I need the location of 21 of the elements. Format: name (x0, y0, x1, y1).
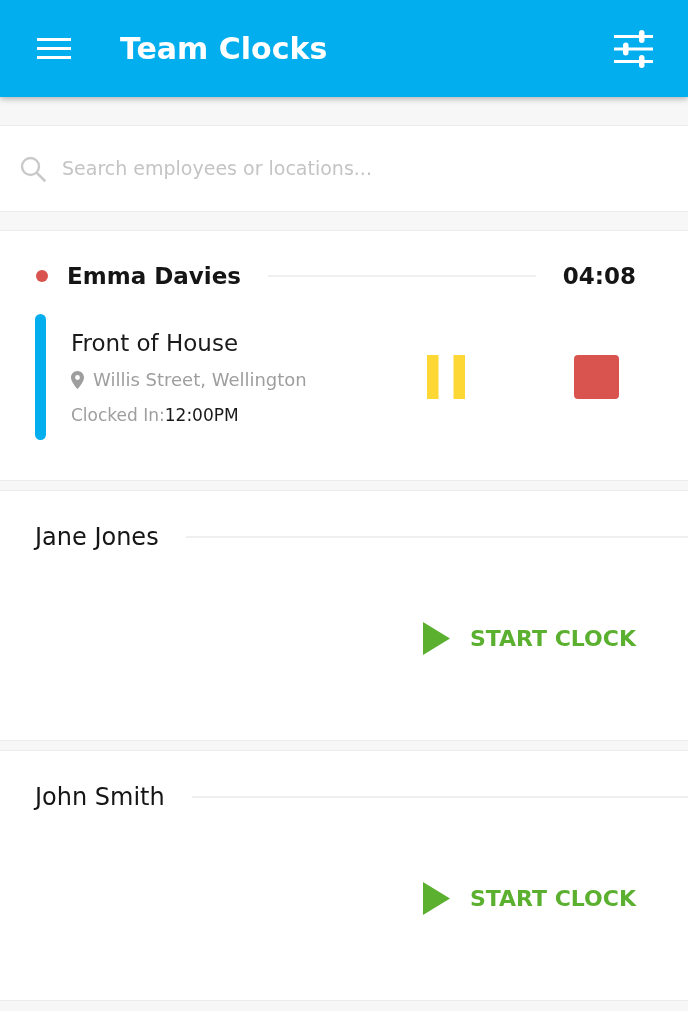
play-icon (422, 622, 450, 655)
pause-icon (427, 355, 465, 399)
elapsed-time: 04:08 (562, 262, 636, 291)
app-title: Team Clocks (120, 29, 328, 68)
search-input[interactable]: Search employees or locations... (62, 154, 668, 183)
search-icon (20, 155, 46, 182)
role-name: Front of House (71, 329, 239, 358)
clocked-in-label: Clocked In: (71, 404, 165, 426)
start-clock-button[interactable]: START CLOCK (416, 618, 642, 659)
start-clock-button[interactable]: START CLOCK (416, 878, 642, 919)
location-text: Willis Street, Wellington (93, 368, 307, 392)
sliders-icon (614, 29, 653, 68)
location-pin-icon (71, 371, 84, 389)
stop-icon (574, 355, 619, 399)
employee-name: Jane Jones (35, 522, 159, 553)
employee-name: Emma Davies (67, 262, 241, 291)
play-icon (422, 882, 450, 915)
clocked-in-time: 12:00PM (164, 404, 239, 426)
search-field[interactable]: Search employees or locations... (0, 125, 688, 212)
menu-icon (37, 38, 71, 59)
employee-name: John Smith (35, 782, 165, 813)
